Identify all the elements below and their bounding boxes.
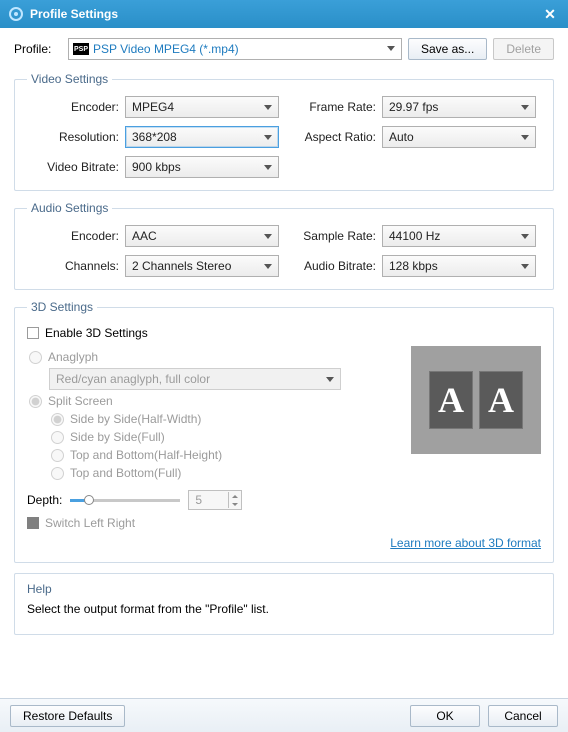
anaglyph-label: Anaglyph [48, 350, 98, 364]
chevron-down-icon [387, 46, 395, 51]
enable-3d-label: Enable 3D Settings [45, 326, 148, 340]
tab-half-radio [51, 449, 64, 462]
chevron-down-icon [326, 377, 334, 382]
samplerate-label: Sample Rate: [284, 229, 382, 243]
learn-more-link[interactable]: Learn more about 3D format [27, 536, 541, 550]
restore-defaults-button[interactable]: Restore Defaults [10, 705, 125, 727]
app-icon [8, 6, 24, 22]
help-group: Help Select the output format from the "… [14, 573, 554, 635]
chevron-down-icon [521, 105, 529, 110]
video-settings-group: Video Settings Encoder: MPEG4 Frame Rate… [14, 72, 554, 191]
resolution-label: Resolution: [27, 130, 125, 144]
video-legend: Video Settings [27, 72, 112, 86]
spinner-down-icon [228, 500, 240, 508]
close-icon[interactable]: ✕ [540, 4, 560, 24]
chevron-down-icon [521, 135, 529, 140]
depth-slider[interactable] [70, 493, 180, 507]
chevron-down-icon [521, 264, 529, 269]
chevron-down-icon [521, 234, 529, 239]
audio-bitrate-select[interactable]: 128 kbps [382, 255, 536, 277]
video-bitrate-select[interactable]: 900 kbps [125, 156, 279, 178]
enable-3d-checkbox[interactable] [27, 327, 39, 339]
titlebar: Profile Settings ✕ [0, 0, 568, 28]
split-screen-radio [29, 395, 42, 408]
3d-preview: A A [411, 346, 541, 454]
profile-select[interactable]: PSP PSP Video MPEG4 (*.mp4) [68, 38, 402, 60]
chevron-down-icon [264, 105, 272, 110]
aspect-select[interactable]: Auto [382, 126, 536, 148]
channels-select[interactable]: 2 Channels Stereo [125, 255, 279, 277]
split-screen-label: Split Screen [48, 394, 113, 408]
chevron-down-icon [264, 165, 272, 170]
footer: Restore Defaults OK Cancel [0, 698, 568, 732]
sbs-full-radio [51, 431, 64, 444]
switch-lr-label: Switch Left Right [45, 516, 135, 530]
chevron-down-icon [264, 264, 272, 269]
video-encoder-select[interactable]: MPEG4 [125, 96, 279, 118]
delete-button: Delete [493, 38, 554, 60]
profile-label: Profile: [14, 42, 62, 56]
framerate-select[interactable]: 29.97 fps [382, 96, 536, 118]
3d-legend: 3D Settings [27, 300, 97, 314]
audio-bitrate-label: Audio Bitrate: [284, 259, 382, 273]
anaglyph-select: Red/cyan anaglyph, full color [49, 368, 341, 390]
audio-encoder-label: Encoder: [27, 229, 125, 243]
save-as-button[interactable]: Save as... [408, 38, 487, 60]
video-encoder-label: Encoder: [27, 100, 125, 114]
tab-full-radio [51, 467, 64, 480]
switch-lr-checkbox [27, 517, 39, 529]
help-legend: Help [27, 582, 541, 596]
3d-settings-group: 3D Settings Enable 3D Settings Anaglyph … [14, 300, 554, 563]
framerate-label: Frame Rate: [284, 100, 382, 114]
spinner-up-icon [228, 492, 240, 500]
audio-legend: Audio Settings [27, 201, 112, 215]
profile-value: PSP Video MPEG4 (*.mp4) [93, 42, 239, 56]
ok-button[interactable]: OK [410, 705, 480, 727]
help-text: Select the output format from the "Profi… [27, 602, 541, 616]
cancel-button[interactable]: Cancel [488, 705, 558, 727]
audio-settings-group: Audio Settings Encoder: AAC Sample Rate:… [14, 201, 554, 290]
preview-right-a: A [479, 371, 523, 429]
video-bitrate-label: Video Bitrate: [27, 160, 125, 174]
aspect-label: Aspect Ratio: [284, 130, 382, 144]
anaglyph-radio [29, 351, 42, 364]
sbs-half-radio [51, 413, 64, 426]
chevron-down-icon [264, 234, 272, 239]
chevron-down-icon [264, 135, 272, 140]
psp-icon: PSP [73, 43, 89, 55]
preview-left-a: A [429, 371, 473, 429]
resolution-select[interactable]: 368*208 [125, 126, 279, 148]
audio-encoder-select[interactable]: AAC [125, 225, 279, 247]
depth-label: Depth: [27, 493, 62, 507]
channels-label: Channels: [27, 259, 125, 273]
samplerate-select[interactable]: 44100 Hz [382, 225, 536, 247]
depth-spinner: 5 [188, 490, 242, 510]
window-title: Profile Settings [30, 7, 118, 21]
